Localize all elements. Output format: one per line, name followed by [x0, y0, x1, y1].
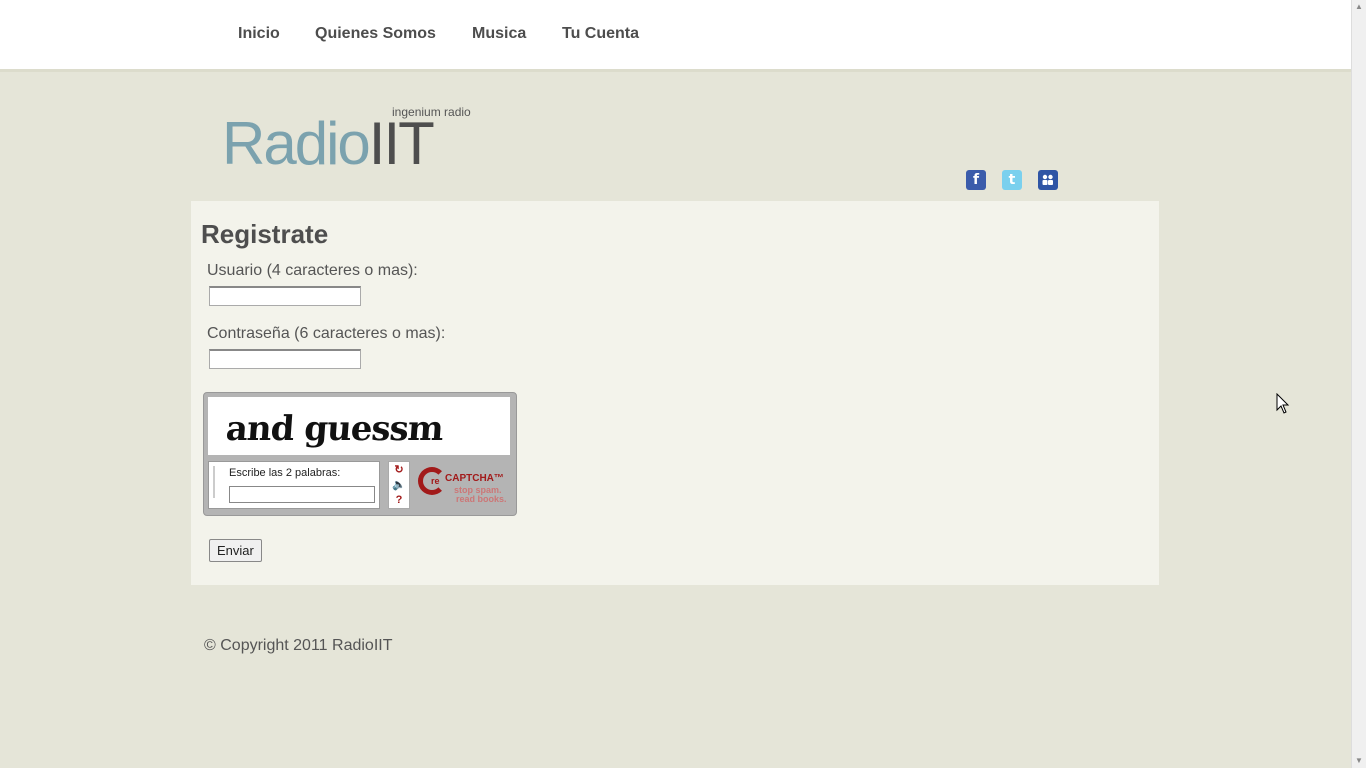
recaptcha-re-text: re [431, 476, 440, 486]
recaptcha-slogan-2: read books. [456, 494, 507, 504]
nav-item-inicio[interactable]: Inicio [238, 25, 280, 43]
username-label: Usuario (4 caracteres o mas): [207, 262, 418, 279]
scroll-up-icon[interactable]: ▲ [1354, 2, 1364, 12]
refresh-icon[interactable]: ↻ [392, 463, 406, 477]
facebook-icon[interactable]: f [966, 170, 986, 190]
nav-item-tu-cuenta[interactable]: Tu Cuenta [562, 25, 639, 43]
captcha-image: and guessm [208, 397, 510, 455]
footer-copyright: © Copyright 2011 RadioIIT [204, 637, 393, 654]
vertical-scrollbar[interactable]: ▲ ▼ [1351, 0, 1366, 768]
nav-item-musica[interactable]: Musica [472, 25, 526, 43]
recaptcha-logo: re CAPTCHA™ stop spam. read books. [418, 465, 512, 509]
logo-iit-text: IIT [368, 110, 435, 177]
myspace-icon[interactable] [1038, 170, 1058, 190]
help-icon[interactable]: ? [392, 493, 406, 507]
recaptcha-widget: and guessm Escribe las 2 palabras: ↻ 🔈 ?… [203, 392, 517, 516]
nav-item-quienes-somos[interactable]: Quienes Somos [315, 25, 436, 43]
captcha-response-box: Escribe las 2 palabras: [208, 461, 380, 509]
site-logo[interactable]: RadioIIT [222, 114, 435, 174]
captcha-tools: ↻ 🔈 ? [388, 461, 410, 509]
captcha-challenge-text: and guessm [224, 409, 445, 449]
registration-panel: Registrate Usuario (4 caracteres o mas):… [191, 201, 1159, 585]
arrow-icon [213, 466, 221, 498]
password-field[interactable] [209, 349, 361, 369]
logo-radio-text: Radio [222, 110, 371, 177]
username-field[interactable] [209, 286, 361, 306]
captcha-prompt: Escribe las 2 palabras: [229, 467, 341, 479]
audio-icon[interactable]: 🔈 [392, 478, 406, 492]
nav-divider [0, 69, 1351, 72]
submit-button[interactable]: Enviar [209, 539, 262, 562]
scroll-down-icon[interactable]: ▼ [1354, 756, 1364, 766]
top-navigation: Inicio Quienes Somos Musica Tu Cuenta [0, 0, 1351, 69]
twitter-icon[interactable]: t [1002, 170, 1022, 190]
recaptcha-logo-text: CAPTCHA™ [445, 473, 504, 484]
page-title: Registrate [201, 219, 329, 249]
captcha-input[interactable] [229, 486, 375, 503]
password-label: Contraseña (6 caracteres o mas): [207, 325, 446, 342]
mouse-cursor-icon [1276, 393, 1290, 414]
